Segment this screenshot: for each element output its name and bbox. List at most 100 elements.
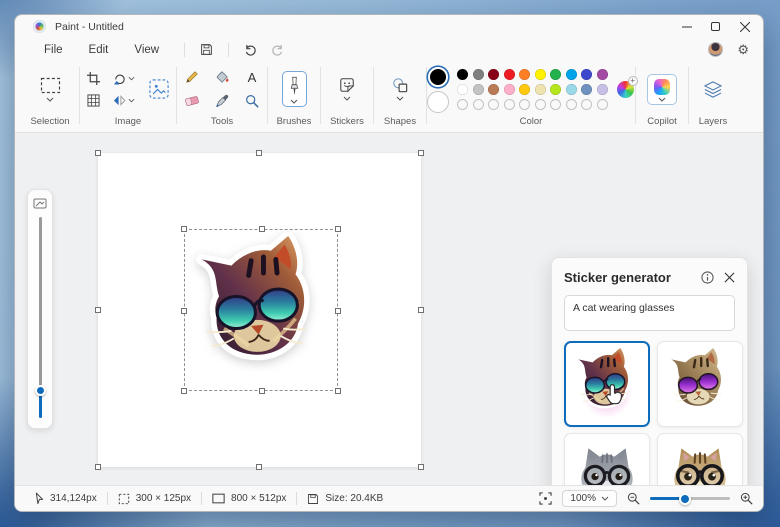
close-button[interactable] — [730, 15, 759, 38]
palette-swatch-empty[interactable] — [565, 98, 577, 110]
palette-swatch-empty[interactable] — [472, 98, 484, 110]
sticker-thumbnail-1[interactable] — [564, 341, 650, 427]
palette-swatch[interactable] — [519, 83, 531, 95]
zoom-level-dropdown[interactable]: 100% — [562, 490, 617, 507]
canvas-handle-se[interactable] — [418, 464, 424, 470]
canvas-handle-n[interactable] — [256, 150, 262, 156]
crop-icon — [87, 71, 100, 85]
shapes-button[interactable] — [389, 75, 411, 103]
palette-swatch[interactable] — [565, 83, 577, 95]
palette-swatch[interactable] — [503, 83, 515, 95]
palette-swatch[interactable] — [457, 68, 469, 80]
palette-swatch[interactable] — [550, 83, 562, 95]
settings-gear-icon[interactable]: ⚙ — [737, 43, 749, 56]
selection-handle-nw[interactable] — [181, 226, 187, 232]
palette-swatch-empty[interactable] — [596, 98, 608, 110]
palette-swatch[interactable] — [519, 68, 531, 80]
palette-swatch-empty[interactable] — [550, 98, 562, 110]
account-avatar[interactable] — [708, 42, 724, 57]
flip-button[interactable] — [110, 92, 138, 109]
sticker-thumbnail-2[interactable] — [657, 341, 743, 427]
canvas-cat-sticker[interactable] — [187, 232, 335, 388]
copilot-button[interactable] — [647, 73, 677, 105]
undo-button[interactable] — [237, 42, 264, 57]
palette-swatch[interactable] — [503, 68, 515, 80]
selection-handle-se[interactable] — [335, 388, 341, 394]
palette-swatch[interactable] — [488, 83, 500, 95]
eraser-button[interactable] — [182, 93, 202, 109]
file-size-segment: Size: 20.4KB — [297, 493, 393, 505]
canvas-handle-s[interactable] — [256, 464, 262, 470]
zoom-slider-thumb[interactable] — [679, 492, 691, 505]
edit-colors-wheel-icon[interactable] — [616, 75, 638, 98]
menu-edit[interactable]: Edit — [80, 42, 118, 58]
pencil-button[interactable] — [182, 68, 202, 86]
maximize-button[interactable] — [701, 15, 730, 38]
info-button[interactable] — [701, 271, 714, 284]
selection-handle-ne[interactable] — [335, 226, 341, 232]
palette-swatch[interactable] — [488, 68, 500, 80]
titlebar[interactable]: Paint - Untitled — [15, 15, 763, 38]
crop-button[interactable] — [84, 70, 103, 87]
color-picker-button[interactable] — [212, 92, 232, 110]
fill-button[interactable] — [212, 68, 232, 86]
palette-swatch[interactable] — [596, 68, 608, 80]
palette-swatch-empty[interactable] — [503, 98, 515, 110]
rotate-button[interactable] — [110, 70, 138, 87]
selection-handle-w[interactable] — [181, 308, 187, 314]
resize-button[interactable] — [84, 92, 103, 109]
palette-swatch[interactable] — [581, 68, 593, 80]
palette-swatch[interactable] — [581, 83, 593, 95]
canvas-handle-nw[interactable] — [95, 150, 101, 156]
palette-swatch[interactable] — [472, 68, 484, 80]
canvas-handle-sw[interactable] — [95, 464, 101, 470]
palette-swatch-empty[interactable] — [519, 98, 531, 110]
selection-handle-e[interactable] — [335, 308, 341, 314]
canvas-handle-w[interactable] — [95, 307, 101, 313]
menu-view[interactable]: View — [125, 42, 168, 58]
minimize-button[interactable] — [672, 15, 701, 38]
size-slider-track[interactable] — [34, 217, 46, 418]
text-tool-button[interactable]: A — [242, 69, 262, 86]
image-creator-button[interactable] — [146, 77, 172, 101]
drawing-canvas[interactable] — [95, 150, 424, 470]
layers-button[interactable] — [701, 79, 725, 100]
palette-swatch[interactable] — [534, 83, 546, 95]
sticker-prompt-input[interactable]: A cat wearing glasses — [564, 295, 735, 331]
brushes-button[interactable] — [281, 71, 307, 107]
panel-close-button[interactable] — [724, 272, 735, 283]
redo-button[interactable] — [264, 42, 291, 57]
selection-handle-sw[interactable] — [181, 388, 187, 394]
sticker-selection-box[interactable] — [181, 226, 341, 394]
background-color-swatch[interactable] — [428, 91, 449, 112]
canvas-handle-ne[interactable] — [418, 150, 424, 156]
zoom-in-button[interactable] — [740, 492, 753, 505]
selection-tool-button[interactable] — [37, 75, 64, 104]
save-button[interactable] — [193, 42, 220, 57]
palette-swatch[interactable] — [457, 83, 469, 95]
window-title: Paint - Untitled — [55, 20, 124, 33]
flip-icon — [113, 94, 126, 106]
palette-swatch-empty[interactable] — [534, 98, 546, 110]
palette-swatch[interactable] — [596, 83, 608, 95]
palette-swatch[interactable] — [565, 68, 577, 80]
selection-handle-n[interactable] — [259, 226, 265, 232]
palette-swatch[interactable] — [550, 68, 562, 80]
canvas-handle-e[interactable] — [418, 307, 424, 313]
zoom-slider-track[interactable] — [650, 492, 730, 505]
palette-swatch-empty[interactable] — [488, 98, 500, 110]
palette-swatch-empty[interactable] — [581, 98, 593, 110]
fit-to-screen-button[interactable] — [539, 492, 553, 505]
stickers-button[interactable] — [336, 75, 358, 103]
palette-swatch[interactable] — [534, 68, 546, 80]
selection-handle-s[interactable] — [259, 388, 265, 394]
fill-bucket-icon — [216, 71, 229, 83]
zoom-out-button[interactable] — [627, 492, 640, 505]
menu-file[interactable]: File — [35, 42, 72, 58]
size-slider-thumb[interactable] — [34, 385, 46, 396]
foreground-color-swatch[interactable] — [428, 66, 449, 87]
save-icon — [201, 44, 212, 55]
palette-swatch-empty[interactable] — [457, 98, 469, 110]
magnifier-button[interactable] — [242, 92, 262, 110]
palette-swatch[interactable] — [472, 83, 484, 95]
